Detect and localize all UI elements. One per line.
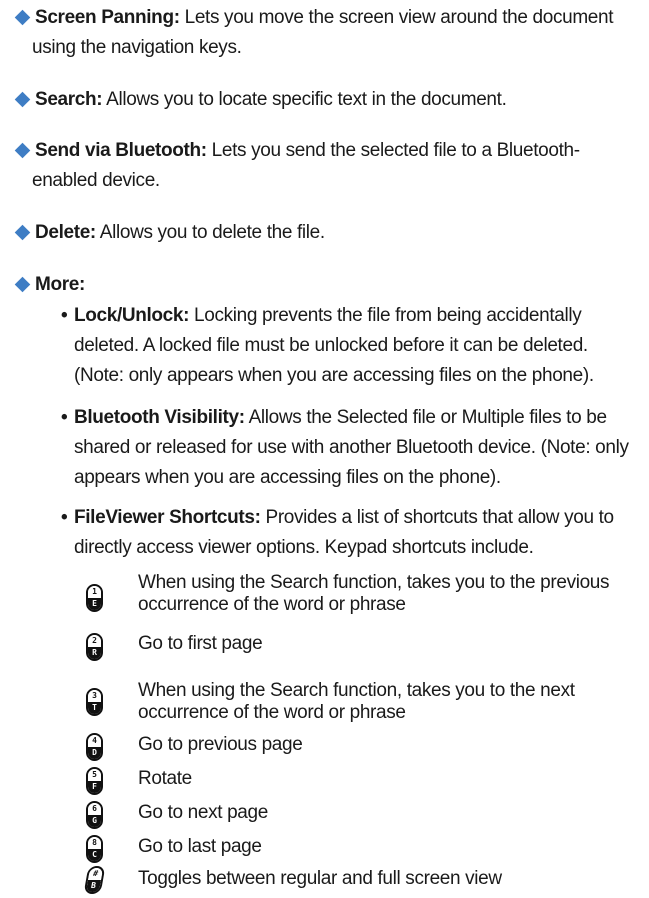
key-hash-icon: # B	[83, 866, 106, 894]
shortcut-description: When using the Search function, takes yo…	[138, 680, 575, 723]
option-delete: Delete: Allows you to delete the file.	[14, 218, 642, 248]
key-bottom-label: T	[88, 702, 101, 714]
suboption-term: Bluetooth Visibility:	[74, 407, 245, 428]
key-bottom-label: D	[88, 747, 101, 759]
key-top-label: 4	[88, 735, 101, 747]
option-screen-panning: Screen Panning: Lets you move the screen…	[14, 3, 642, 63]
option-more: More:	[14, 270, 642, 300]
key-top-label: 5	[88, 769, 101, 781]
option-term: Screen Panning:	[35, 7, 180, 28]
option-text: Lets you move the screen view around the…	[179, 7, 614, 28]
key-bottom-label: F	[88, 781, 101, 793]
key-top-label: 8	[88, 837, 101, 849]
key-bottom-label: C	[88, 849, 101, 861]
key-top-label: 6	[88, 803, 101, 815]
diamond-bullet-icon	[14, 142, 31, 159]
shortcut-description: Go to first page	[138, 633, 263, 654]
suboption-term: FileViewer Shortcuts:	[74, 507, 261, 528]
key-1-icon: 1 E	[86, 584, 103, 612]
option-text-continued: using the navigation keys.	[32, 37, 242, 58]
option-term: Delete:	[35, 222, 96, 243]
document-page: Screen Panning: Lets you move the screen…	[0, 0, 649, 898]
key-3-icon: 3 T	[86, 688, 103, 716]
suboption-fileviewer-shortcuts: • FileViewer Shortcuts: Provides a list …	[61, 503, 641, 563]
shortcut-description: Toggles between regular and full screen …	[138, 868, 502, 889]
option-term: More:	[35, 274, 85, 295]
diamond-bullet-icon	[14, 91, 31, 108]
option-term: Search:	[35, 89, 103, 110]
shortcut-description: Rotate	[138, 768, 192, 789]
key-4-icon: 4 D	[86, 733, 103, 761]
sub-bullet: •	[61, 305, 68, 326]
option-search: Search: Allows you to locate specific te…	[14, 85, 642, 115]
suboption-bluetooth-visibility: • Bluetooth Visibility: Allows the Selec…	[61, 403, 641, 493]
diamond-bullet-icon	[14, 276, 31, 293]
key-bottom-label: R	[88, 647, 101, 659]
option-text-continued: enabled device.	[32, 170, 160, 191]
key-top-label: #	[88, 868, 104, 880]
key-bottom-label: E	[88, 598, 101, 610]
option-text: Allows you to locate specific text in th…	[102, 89, 507, 110]
shortcut-description: Go to previous page	[138, 734, 303, 755]
shortcut-description: Go to next page	[138, 802, 268, 823]
diamond-bullet-icon	[14, 224, 31, 241]
sub-bullet: •	[61, 407, 68, 428]
option-term: Send via Bluetooth:	[35, 140, 207, 161]
key-8-icon: 8C	[86, 835, 103, 863]
shortcut-description: When using the Search function, takes yo…	[138, 572, 610, 615]
suboption-term: Lock/Unlock:	[74, 305, 190, 326]
key-bottom-label: G	[88, 815, 101, 827]
sub-bullet: •	[61, 507, 68, 528]
option-text: Allows you to delete the file.	[95, 222, 325, 243]
option-send-via-bluetooth: Send via Bluetooth: Lets you send the se…	[14, 136, 642, 196]
key-top-label: 2	[88, 635, 101, 647]
key-top-label: 1	[88, 586, 101, 598]
key-2-icon: 2 R	[86, 633, 103, 661]
key-5-icon: 5 F	[86, 767, 103, 795]
diamond-bullet-icon	[14, 9, 31, 26]
key-6-icon: 6 G	[86, 801, 103, 829]
key-top-label: 3	[88, 690, 101, 702]
shortcut-description: Go to last page	[138, 836, 262, 857]
key-bottom-label: B	[85, 880, 101, 892]
suboption-lock-unlock: • Lock/Unlock: Locking prevents the file…	[61, 301, 641, 391]
option-text: Lets you send the selected file to a Blu…	[206, 140, 580, 161]
